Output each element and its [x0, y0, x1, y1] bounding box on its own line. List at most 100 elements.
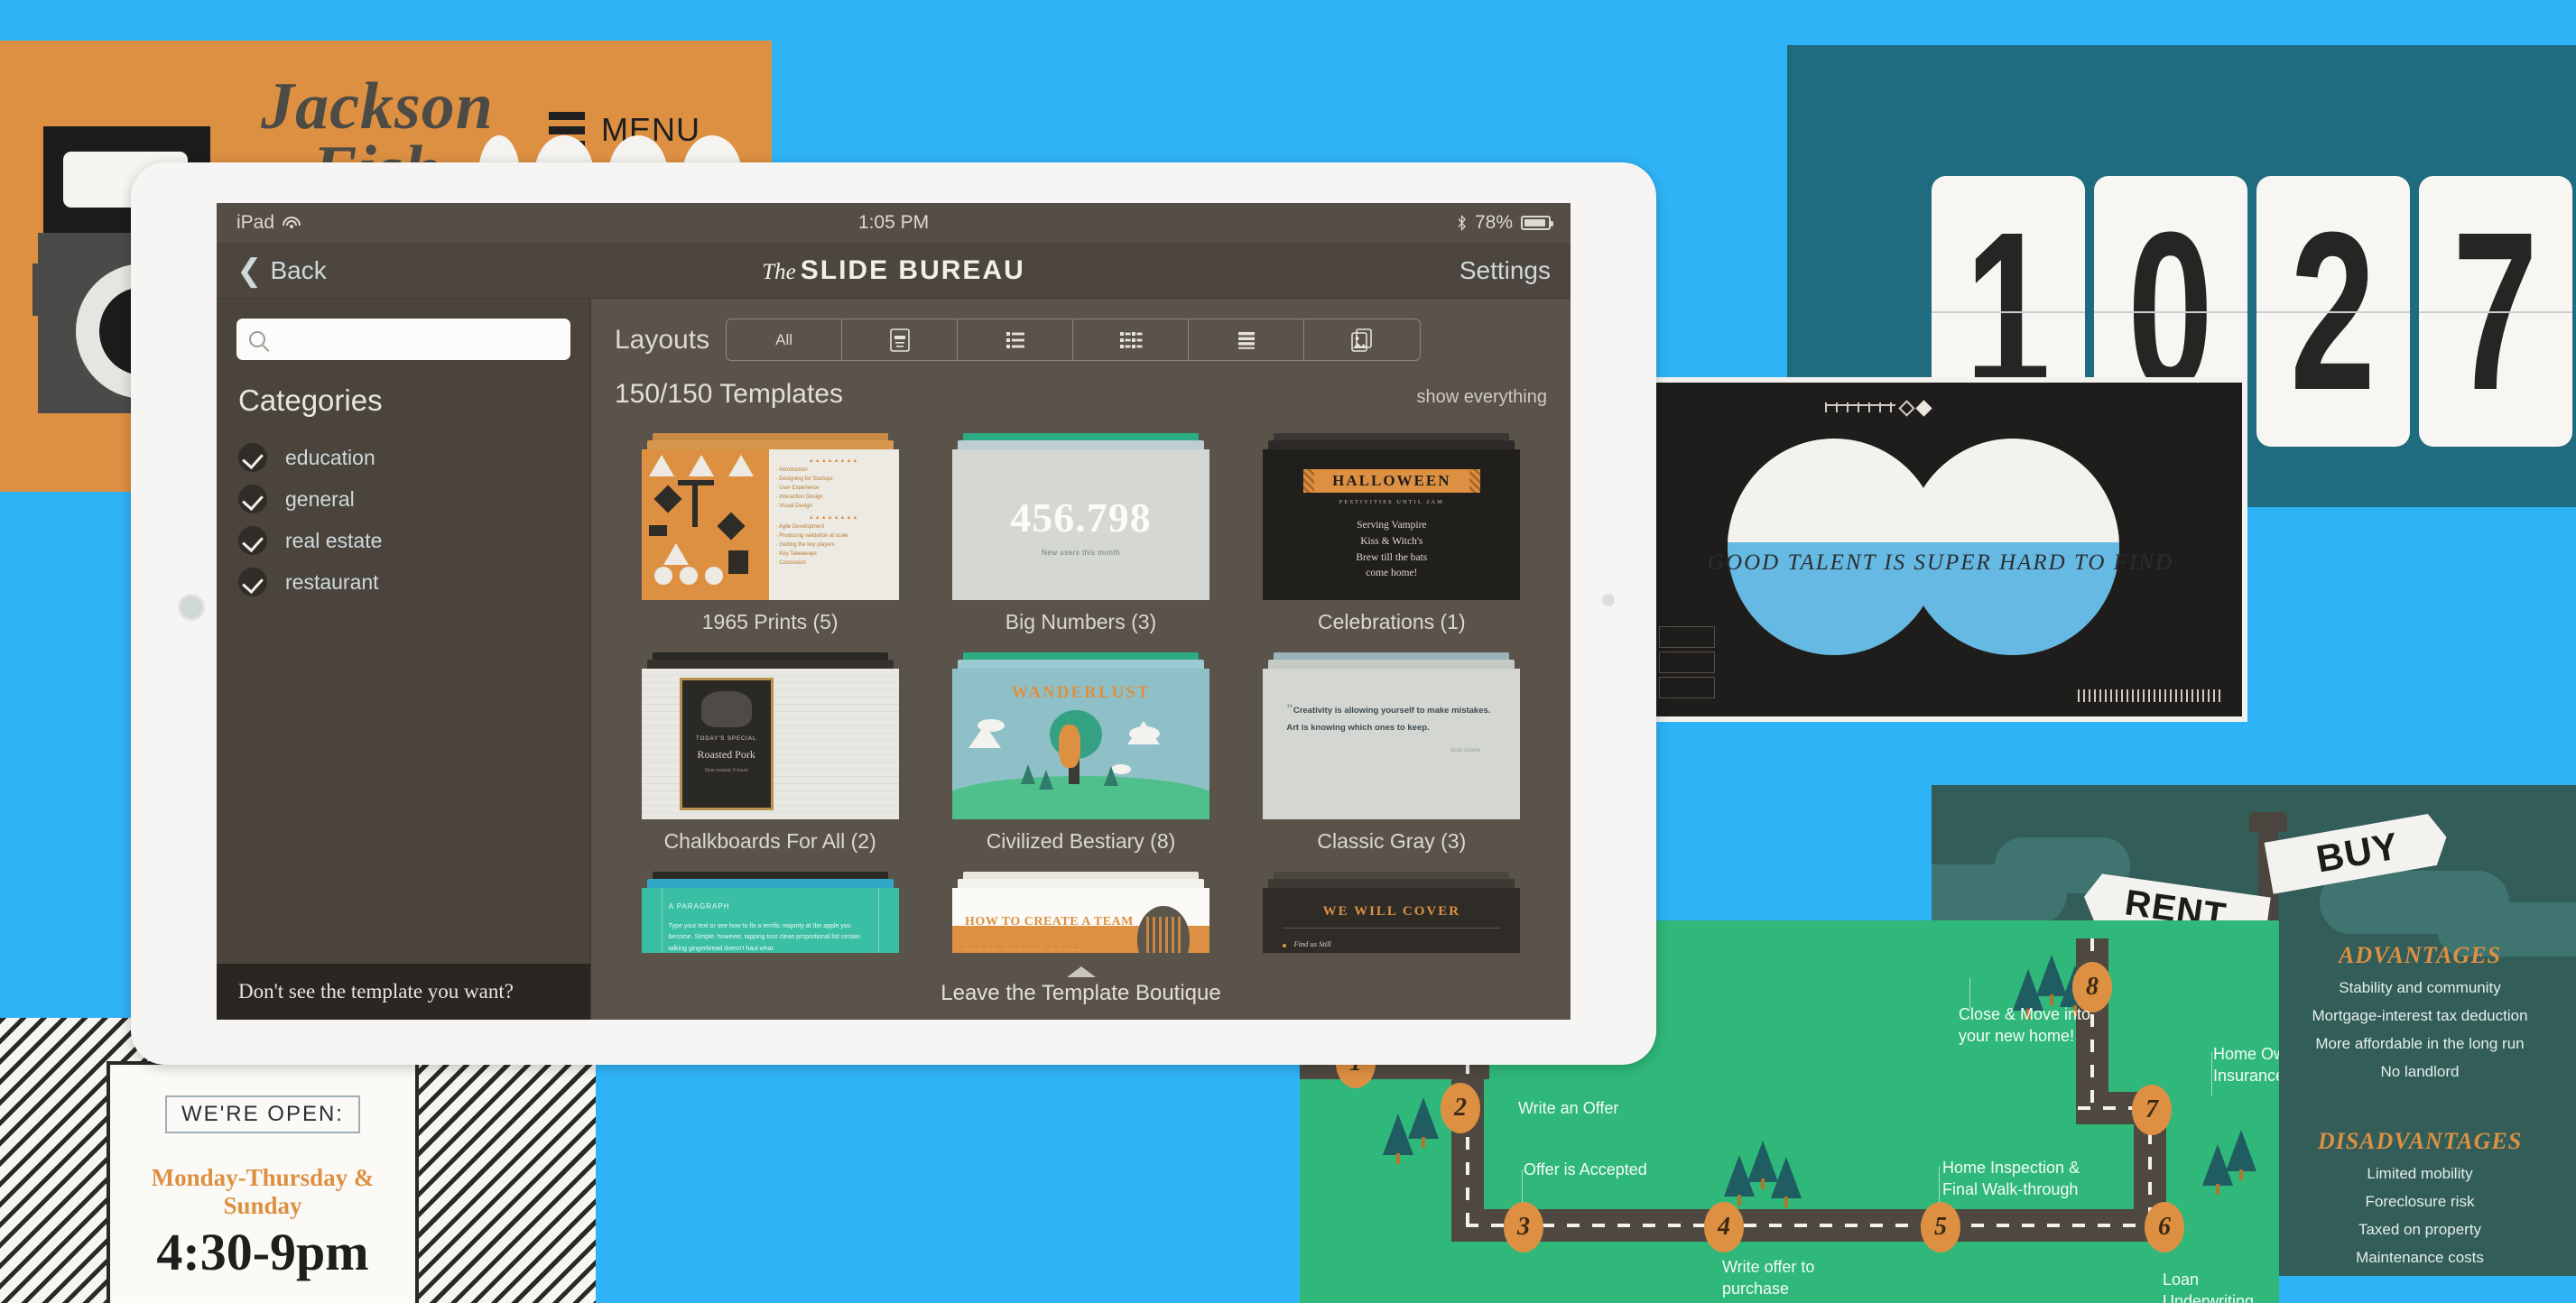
disadvantage-item: Maintenance costs	[2356, 1249, 2484, 1266]
art-side-item: · Designing for Startups	[775, 476, 833, 482]
art-sub: Slow roasted, 6 hours	[704, 768, 748, 773]
art-banner: HALLOWEEN	[1303, 469, 1480, 493]
talent-quote: GOOD TALENT IS SUPER HARD TO FIND	[1707, 550, 2173, 575]
art-side-item: · Interaction Design	[775, 494, 823, 500]
open-badge: WE'RE OPEN:	[165, 1095, 360, 1133]
sidebar-footer-label: Don't see the template you want?	[238, 980, 514, 1003]
segment-photo[interactable]	[1304, 319, 1420, 360]
template-card[interactable]: ▲▲▲▲▲▲▲▲ · Introduction · Designing for …	[615, 419, 925, 634]
art-big-number: 456.798	[1010, 494, 1152, 541]
checkbox-checked-icon	[238, 568, 267, 596]
template-card[interactable]: WANDERLUST Civilized Bestiary (8)	[925, 638, 1236, 854]
search-icon	[249, 331, 265, 347]
pig-illustration	[700, 691, 752, 727]
sidebar-footer[interactable]: Don't see the template you want?	[217, 964, 590, 1020]
disadvantage-item: Limited mobility	[2367, 1165, 2473, 1182]
category-item-real-estate[interactable]: real estate	[238, 526, 590, 555]
template-art-halloween: HALLOWEEN FESTIVITIES UNTIL 2AM Serving …	[1263, 449, 1521, 600]
status-right: 78%	[1457, 212, 1553, 234]
roadmap-label: Write offer to purchase	[1722, 1258, 1815, 1298]
flip-digit-value: 0	[2127, 185, 2214, 437]
checkbox-checked-icon	[238, 526, 267, 555]
flip-digit: 2	[2256, 176, 2410, 447]
template-art-1965-prints: ▲▲▲▲▲▲▲▲ · Introduction · Designing for …	[641, 449, 899, 600]
categories-heading: Categories	[238, 384, 383, 417]
category-item-restaurant[interactable]: restaurant	[238, 568, 590, 596]
search-box[interactable]	[236, 319, 570, 360]
template-name: Celebrations (1)	[1318, 610, 1466, 633]
template-thumbnail: “Creativity is allowing yourself to make…	[1263, 652, 1521, 819]
content-footer[interactable]: Leave the Template Boutique	[591, 953, 1571, 1020]
content-footer-label: Leave the Template Boutique	[941, 981, 1221, 1005]
two-column-grid-icon	[1119, 331, 1143, 348]
art-side-heading: ▲▲▲▲▲▲▲▲	[808, 458, 859, 464]
template-thumbnail: ▲▲▲▲▲▲▲▲ · Introduction · Designing for …	[641, 433, 899, 600]
node-number: 4	[1718, 1213, 1730, 1241]
legend-boxes	[1659, 626, 1715, 702]
roadmap-node: 5	[1921, 1202, 1960, 1252]
template-card[interactable]: TODAY'S SPECIAL Roasted Pork Slow roaste…	[615, 638, 925, 854]
segment-all-label: All	[775, 330, 793, 348]
node-number: 2	[1454, 1094, 1467, 1122]
art-body: Type your text or see how to fix a terri…	[668, 923, 860, 952]
template-thumbnail: 456.798 New users this month	[951, 433, 1209, 600]
segment-bullet-list[interactable]	[958, 319, 1074, 360]
back-button[interactable]: ❮ Back	[236, 255, 327, 286]
roadmap-label: Home Inspection & Final Walk-through	[1942, 1159, 2080, 1199]
category-item-general[interactable]: general	[238, 485, 590, 513]
settings-button[interactable]: Settings	[1459, 256, 1551, 285]
open-day-1: Monday-Thursday & Sunday	[151, 1164, 375, 1219]
art-side-item: · User Experience	[775, 485, 820, 491]
disadvantage-item: Foreclosure risk	[2365, 1193, 2475, 1210]
category-item-education[interactable]: education	[238, 443, 590, 472]
segment-title-slide[interactable]	[842, 319, 959, 360]
roadmap-node: 2	[1441, 1083, 1480, 1133]
art-quote-text: Creativity is allowing yourself to make …	[1286, 706, 1491, 733]
template-thumbnail: HALLOWEEN FESTIVITIES UNTIL 2AM Serving …	[1263, 433, 1521, 600]
advantages-column: ADVANTAGES Stability and community Mortg…	[2271, 942, 2569, 1081]
search-input[interactable]	[274, 328, 558, 350]
template-card[interactable]: 456.798 New users this month Big Numbers…	[925, 419, 1236, 634]
art-heading: WE WILL COVER	[1322, 904, 1461, 919]
search-wrapper	[217, 299, 590, 360]
roadmap-node: 4	[1704, 1202, 1744, 1252]
diamond-filled-icon	[1915, 400, 1932, 417]
template-thumbnail: TODAY'S SPECIAL Roasted Pork Slow roaste…	[641, 652, 899, 819]
ios-status-bar: iPad 1:05 PM 78%	[217, 203, 1571, 243]
template-art-big-numbers: 456.798 New users this month	[951, 449, 1209, 600]
node-number: 3	[1517, 1213, 1530, 1241]
template-art-wanderlust: WANDERLUST	[951, 669, 1209, 819]
segment-two-column[interactable]	[1073, 319, 1190, 360]
quote-mark-icon: “	[1286, 701, 1293, 716]
template-browser: Layouts All 150/150 Templates show every…	[591, 299, 1571, 1020]
art-side-heading: ▲▲▲▲▲▲▲▲	[808, 515, 859, 521]
template-art-chalkboard: TODAY'S SPECIAL Roasted Pork Slow roaste…	[641, 669, 899, 819]
art-item: Find us Still	[1283, 939, 1500, 948]
roadmap-label: Loan Underwriting	[2163, 1271, 2255, 1303]
composition-stage: Jackson Fish MARKET MENU 1 0 2 7	[0, 0, 2576, 1303]
layouts-toolbar: Layouts All	[591, 299, 1571, 361]
art-side-item: · Producing validation at scale	[775, 533, 848, 539]
art-heading: HOW TO CREATE A TEAM	[964, 915, 1134, 929]
segment-lines[interactable]	[1189, 319, 1305, 360]
template-card[interactable]: HALLOWEEN FESTIVITIES UNTIL 2AM Serving …	[1237, 419, 1547, 634]
flip-digit-value: 2	[2290, 185, 2377, 437]
checkbox-checked-icon	[238, 443, 267, 472]
art-side-item: · Getting the key players	[775, 542, 835, 548]
bluetooth-icon	[1458, 215, 1466, 231]
template-name: 1965 Prints (5)	[701, 610, 839, 633]
flip-digit: 7	[2419, 176, 2572, 447]
diamond-outline-icon	[1898, 400, 1915, 417]
template-card[interactable]: “Creativity is allowing yourself to make…	[1237, 638, 1547, 854]
advantage-item: No landlord	[2380, 1063, 2460, 1080]
roadmap-node: 3	[1504, 1202, 1543, 1252]
show-everything-link[interactable]: show everything	[1416, 387, 1547, 408]
advantage-item: Mortgage-interest tax deduction	[2312, 1007, 2528, 1024]
segment-all[interactable]: All	[727, 319, 843, 360]
ipad-home-button[interactable]	[178, 594, 205, 621]
node-number: 5	[1934, 1213, 1947, 1241]
slide-bureau-app-screen: iPad 1:05 PM 78% ❮ Back The SLIDE BUREAU…	[217, 203, 1571, 1020]
roadmap-node: 7	[2132, 1085, 2172, 1135]
art-side-item: · Visual Design	[775, 504, 812, 509]
template-count: 150/150 Templates	[615, 379, 843, 409]
